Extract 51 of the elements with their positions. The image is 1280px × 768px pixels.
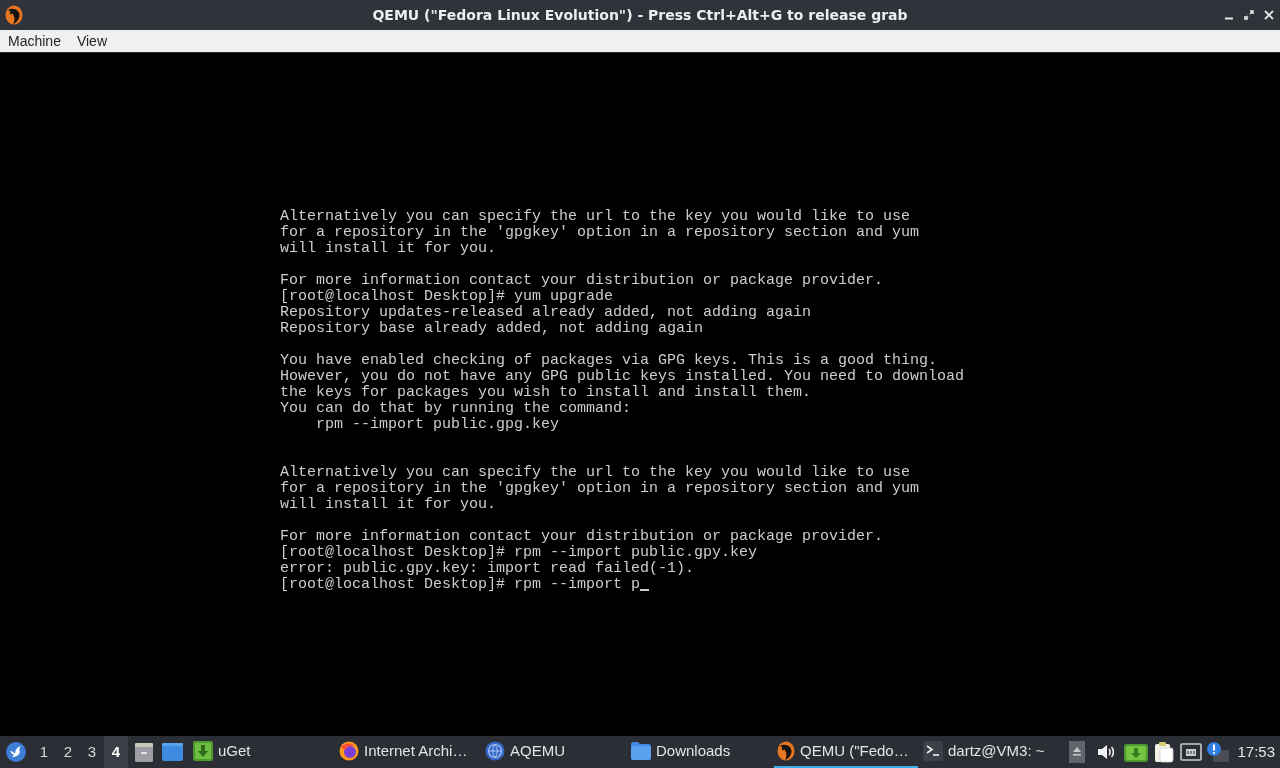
task-button[interactable]: AQEMU [482, 736, 626, 768]
window-title: QEMU ("Fedora Linux Evolution") - Press Ctrl+Alt+G to release grab [372, 5, 908, 25]
task-button[interactable]: QEMU ("Fedo… [774, 736, 918, 768]
terminal-line: You can do that by running the command: [280, 401, 632, 417]
volume-icon[interactable] [1097, 744, 1116, 760]
terminal-line: For more information contact your distribution or package provider. [280, 529, 884, 545]
terminal-line: [root@localhost Desktop]# yum upgrade [280, 289, 614, 305]
clock: 17:53 [1237, 741, 1275, 762]
notification-icon[interactable] [1207, 742, 1230, 762]
app-logo-icon [777, 741, 795, 761]
network-icon[interactable] [1180, 743, 1203, 761]
terminal-line: [root@localhost Desktop]# rpm --import public.gpy.key [280, 545, 758, 561]
terminal-line: will install it for you. [280, 241, 497, 257]
cursor-icon [640, 589, 650, 591]
workspace-button[interactable]: 3 [80, 736, 104, 768]
terminal-line: You have enabled checking of packages via GPG keys. This is a good thing. [280, 353, 938, 369]
browser-icon [339, 741, 359, 761]
terminal-line: rpm --import public.gpg.key [315, 417, 560, 433]
globe-icon [485, 741, 505, 761]
app-logo-icon [5, 5, 23, 25]
terminal-line: will install it for you. [280, 497, 497, 513]
clipboard-icon[interactable] [1154, 741, 1175, 763]
menu-item[interactable]: Machine [0, 30, 69, 52]
close-icon[interactable] [1264, 10, 1274, 20]
task-button[interactable]: uGet [190, 736, 334, 768]
terminal-line: error: public.gpy.key: import read failed(-1). [280, 561, 695, 577]
terminal-line: For more information contact your distribution or package provider. [280, 273, 884, 289]
eject-icon[interactable] [1069, 741, 1086, 763]
terminal-icon [923, 741, 943, 761]
task-button[interactable]: dartz@VM3: ~ [920, 736, 1064, 768]
folder-icon [631, 742, 651, 760]
terminal-line: Repository updates-released already added, not adding again [280, 305, 812, 321]
terminal-line: Repository base already added, not adding again [280, 321, 704, 337]
task-button[interactable]: Internet Archi… [336, 736, 480, 768]
terminal-line: for a repository in the 'gpgkey' option in a repository section and yum [280, 225, 920, 241]
terminal-line: the keys for packages you wish to install and install them. [280, 385, 812, 401]
bird-logo-icon[interactable] [6, 742, 26, 762]
terminal-line: However, you do not have any GPG public keys installed. You need to download [280, 369, 965, 385]
terminal-line: [root@localhost Desktop]# rpm --import p [280, 577, 641, 593]
workspace-button[interactable]: 4 [104, 736, 128, 768]
terminal-line: for a repository in the 'gpgkey' option in a repository section and yum [280, 481, 920, 497]
download-icon [193, 741, 213, 761]
task-button[interactable]: Downloads [628, 736, 772, 768]
workspace-button[interactable]: 2 [56, 736, 80, 768]
menu-item[interactable]: View [68, 30, 115, 52]
download-icon[interactable] [1124, 742, 1149, 762]
restore-icon[interactable] [1244, 10, 1254, 20]
terminal-line: Alternatively you can specify the url to the key you would like to use [280, 209, 911, 225]
workspace-button[interactable]: 1 [32, 736, 56, 768]
terminal-line: Alternatively you can specify the url to the key you would like to use [280, 465, 911, 481]
file-cabinet-icon[interactable] [134, 741, 154, 763]
